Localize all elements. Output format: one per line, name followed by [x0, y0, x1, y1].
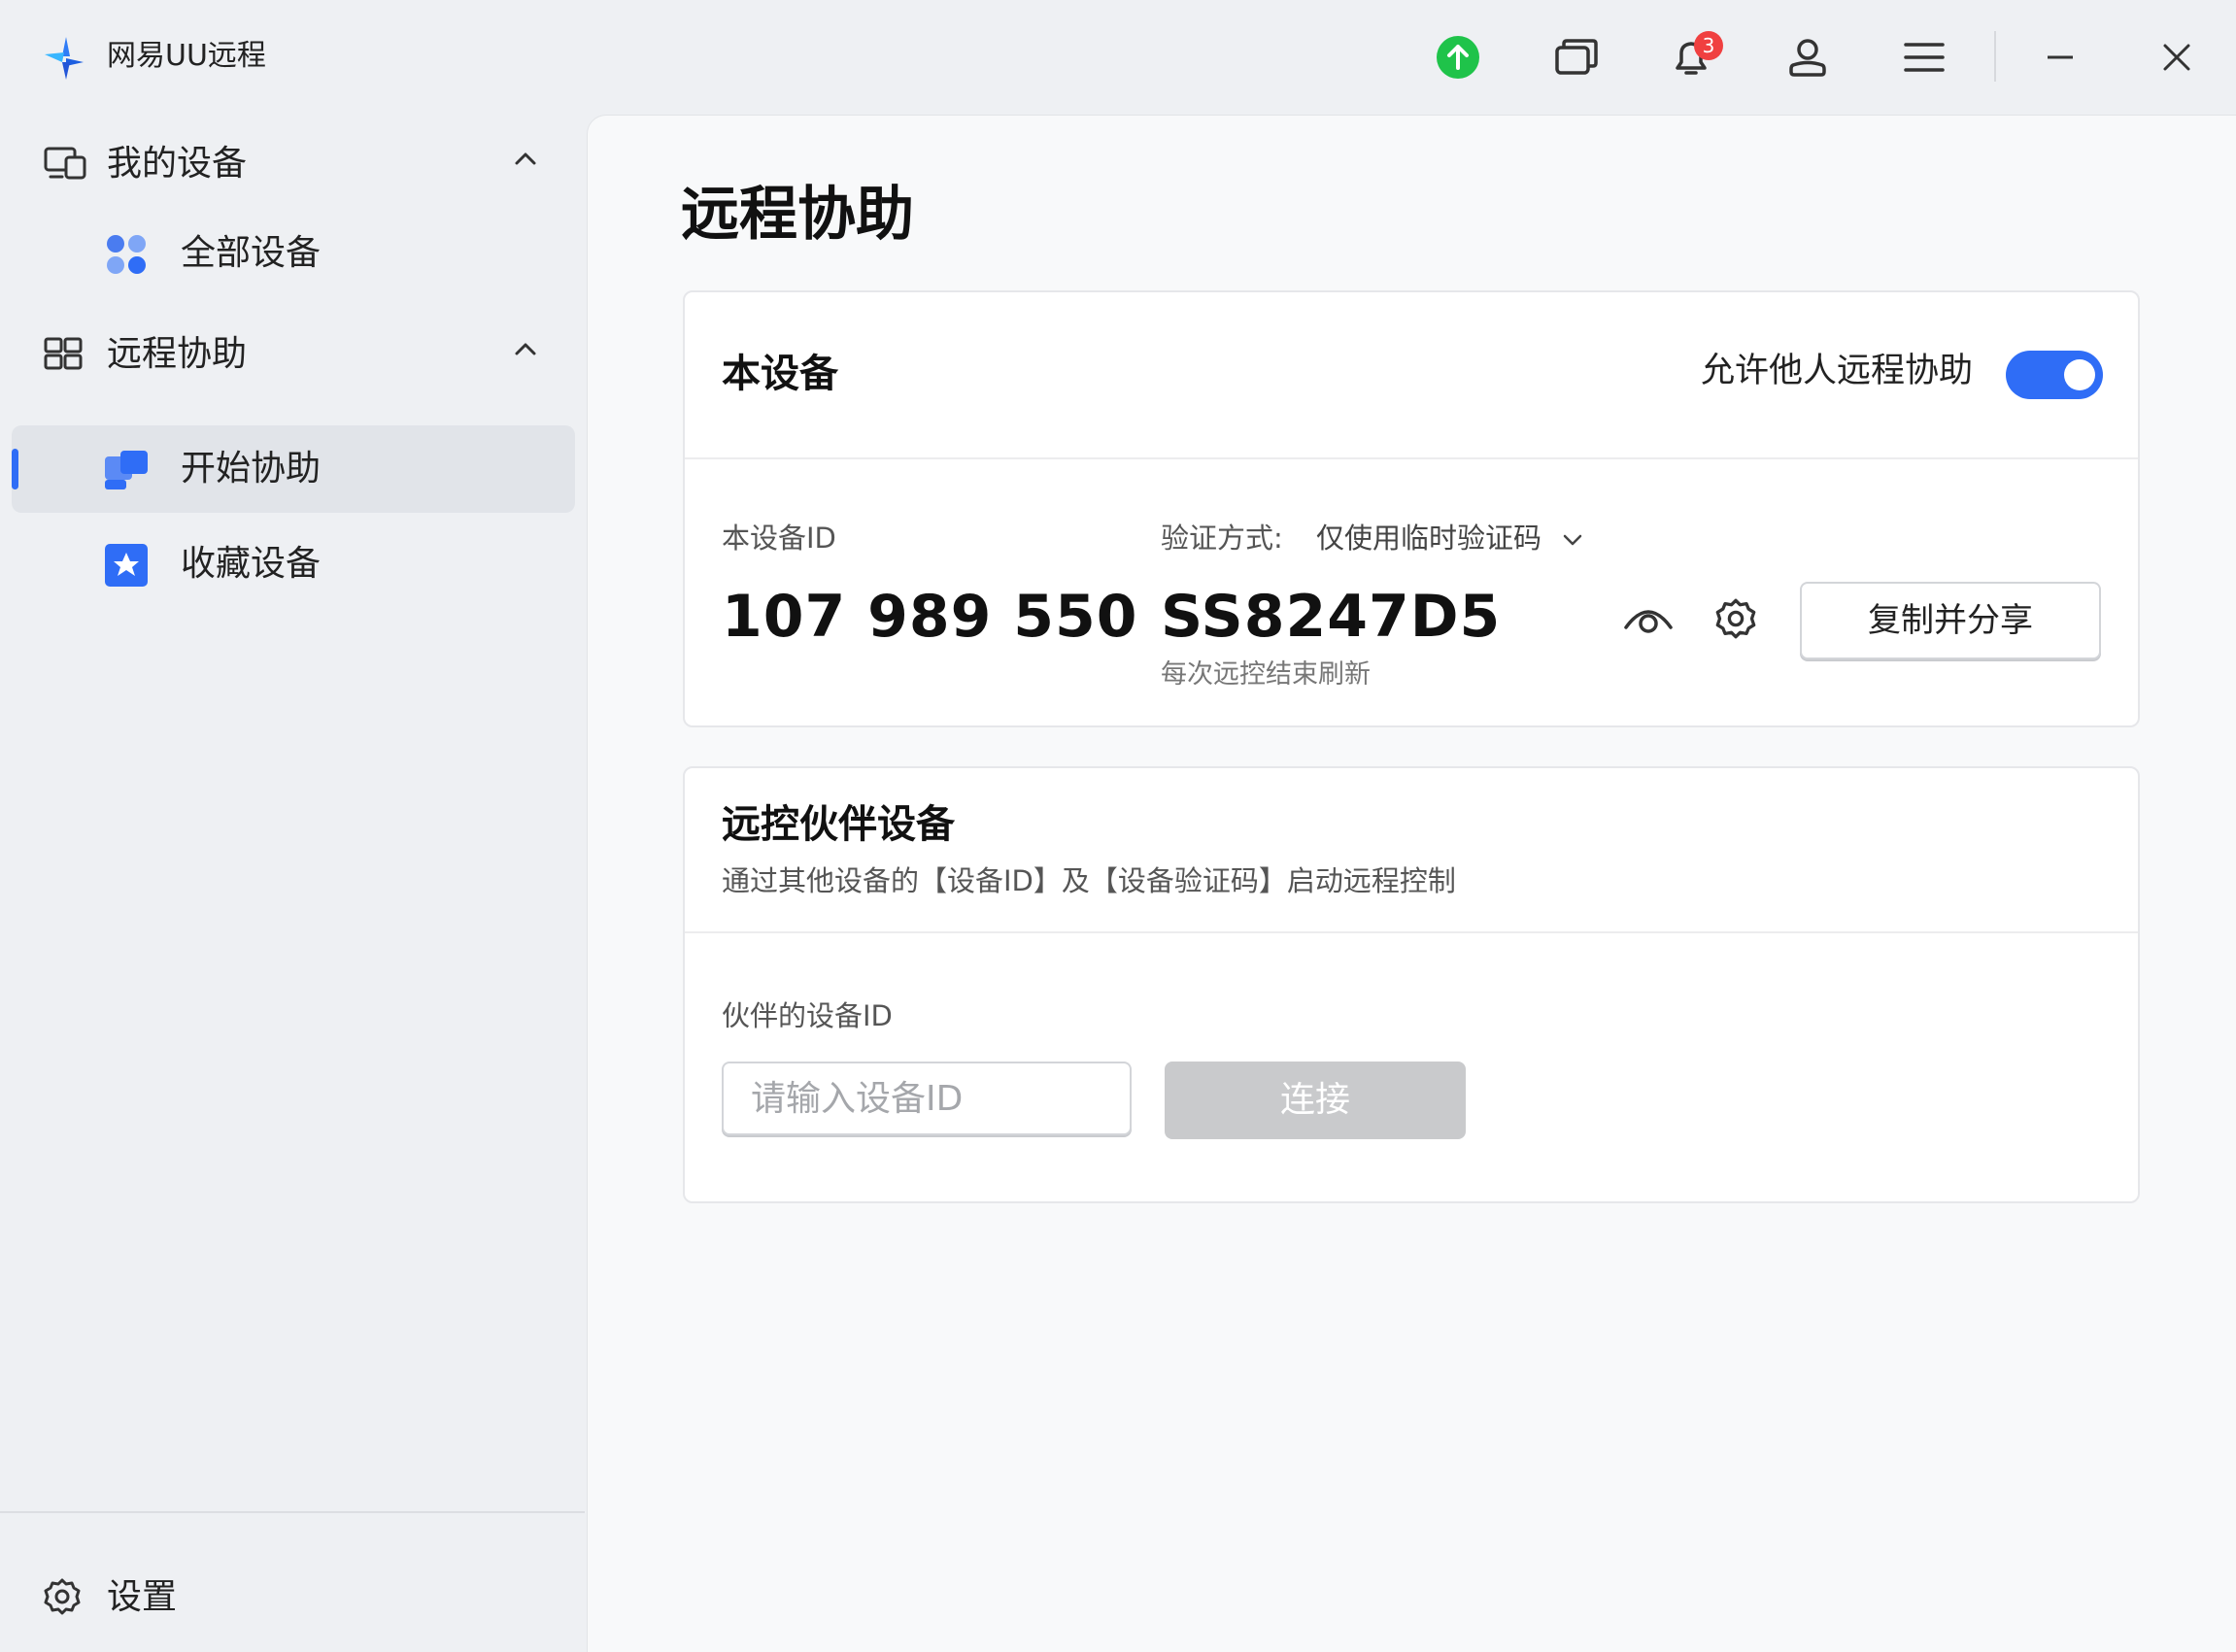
verify-code-value: SS8247D5 — [1161, 583, 1502, 651]
allow-remote-label: 允许他人远程协助 — [1701, 352, 1974, 390]
allow-remote-toggle[interactable] — [2006, 351, 2103, 399]
sidebar-item-label: 开始协助 — [181, 449, 322, 489]
sidebar-item-label: 收藏设备 — [181, 544, 322, 584]
partner-device-card: 远控伙伴设备 通过其他设备的【设备ID】及【设备验证码】启动远程控制 伙伴的设备… — [683, 766, 2140, 1203]
copy-and-share-button[interactable]: 复制并分享 — [1800, 582, 2101, 659]
chevron-down-icon — [1563, 534, 1582, 546]
partner-id-label: 伙伴的设备ID — [722, 999, 893, 1032]
card-divider — [685, 457, 2138, 459]
star-bookmark-icon — [105, 544, 148, 587]
sidebar-group-label: 我的设备 — [107, 144, 248, 184]
settings-label: 设置 — [107, 1577, 178, 1617]
chevron-up-icon[interactable] — [513, 340, 538, 357]
code-settings-button[interactable] — [1707, 590, 1765, 648]
upload-button[interactable] — [1424, 23, 1492, 91]
page-title: 远程协助 — [681, 181, 914, 249]
sidebar-group-my-devices[interactable]: 我的设备 — [0, 117, 585, 210]
eye-icon — [1624, 610, 1673, 633]
this-device-title: 本设备 — [722, 352, 838, 396]
upload-green-icon — [1437, 36, 1479, 79]
sidebar: 我的设备 全部设备 远程协助 开始协助 收藏设备 设置 — [0, 115, 585, 1651]
sidebar-item-label: 全部设备 — [181, 233, 322, 273]
show-code-button[interactable] — [1619, 590, 1677, 648]
refresh-hint: 每次远控结束刷新 — [1161, 659, 1371, 690]
card-divider — [685, 931, 2138, 933]
menu-button[interactable] — [1890, 23, 1958, 91]
sidebar-divider — [0, 1511, 585, 1513]
minimize-button[interactable] — [2026, 23, 2094, 91]
devices-icon — [44, 147, 86, 180]
sidebar-item-all-devices[interactable]: 全部设备 — [12, 210, 575, 297]
user-icon — [1789, 39, 1826, 77]
sidebar-group-label: 远程协助 — [107, 334, 248, 374]
active-indicator — [12, 449, 18, 489]
verify-method-dropdown[interactable]: 仅使用临时验证码 — [1316, 520, 1583, 556]
sidebar-settings[interactable]: 设置 — [0, 1550, 585, 1643]
this-device-card: 本设备 允许他人远程协助 本设备ID 107 989 550 验证方式: 仅使用… — [683, 290, 2140, 727]
device-id-label: 本设备ID — [722, 522, 836, 555]
title-bar: 网易UU远程 3 — [0, 0, 2236, 115]
hamburger-menu-icon — [1904, 43, 1945, 72]
partner-device-title: 远控伙伴设备 — [722, 802, 955, 847]
toggle-knob — [2064, 359, 2095, 390]
verify-method-value: 仅使用临时验证码 — [1316, 522, 1542, 555]
app-logo-icon — [45, 37, 84, 80]
app-title: 网易UU远程 — [107, 39, 266, 73]
multi-window-button[interactable] — [1542, 23, 1610, 91]
user-button[interactable] — [1774, 23, 1842, 91]
notification-button[interactable]: 3 — [1657, 23, 1725, 91]
start-assist-icon — [105, 451, 148, 489]
sidebar-group-remote-assist[interactable]: 远程协助 — [0, 307, 585, 400]
connect-button[interactable]: 连接 — [1165, 1062, 1466, 1139]
sidebar-item-start-assist[interactable]: 开始协助 — [12, 425, 575, 513]
gear-icon — [44, 1578, 81, 1615]
notification-badge: 3 — [1694, 31, 1723, 60]
partner-description: 通过其他设备的【设备ID】及【设备验证码】启动远程控制 — [722, 864, 1456, 897]
device-id-value: 107 989 550 — [722, 583, 1138, 651]
verify-method-label: 验证方式: — [1161, 522, 1283, 555]
app-window: 网易UU远程 3 我的设备 全部设备 远程协助 开始协助 收藏设备 设置 远程协… — [0, 0, 2236, 1652]
minimize-icon — [2048, 55, 2073, 59]
chevron-up-icon[interactable] — [513, 150, 538, 167]
main-content: 远程协助 本设备 允许他人远程协助 本设备ID 107 989 550 验证方式… — [587, 115, 2236, 1652]
titlebar-divider — [1994, 31, 1996, 82]
partner-id-input[interactable] — [722, 1062, 1132, 1135]
multi-window-icon — [1555, 39, 1598, 75]
close-window-button[interactable] — [2143, 23, 2211, 91]
gear-icon — [1715, 598, 1756, 639]
close-icon — [2163, 44, 2190, 71]
sidebar-item-favorite-devices[interactable]: 收藏设备 — [12, 521, 575, 608]
remote-assist-icon — [44, 337, 83, 370]
all-devices-icon — [107, 235, 146, 274]
